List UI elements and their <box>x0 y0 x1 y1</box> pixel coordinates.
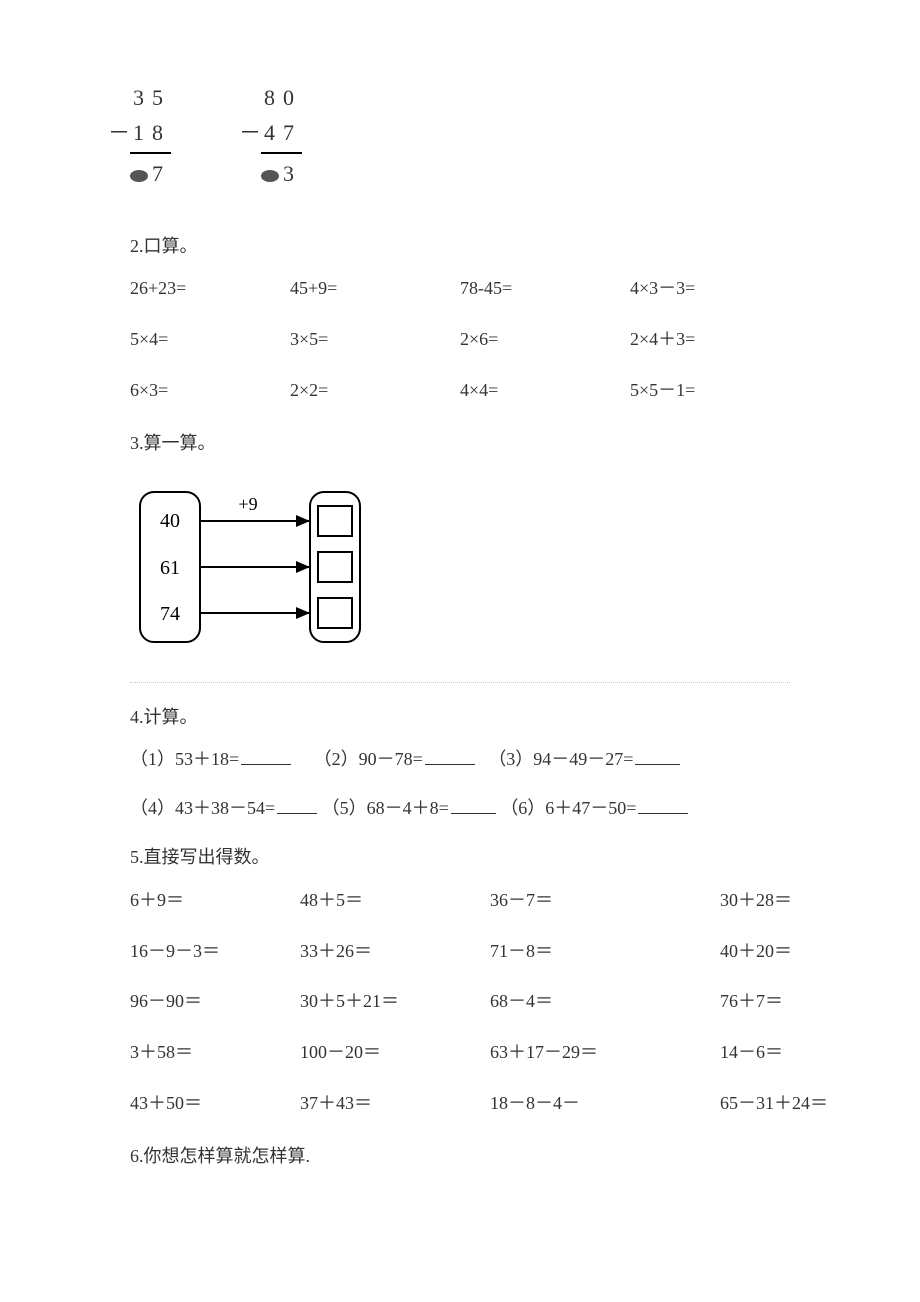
q5-cell: 37＋43＝ <box>300 1089 490 1118</box>
blank <box>451 796 496 814</box>
q2-cell: 2×2= <box>290 376 460 405</box>
q3-operation: +9 <box>238 494 257 514</box>
q4-item-6: （6）6＋47－50= <box>500 794 688 823</box>
q3-input-1: 61 <box>160 557 180 579</box>
q2-cell: 5×4= <box>130 325 290 354</box>
q5-cell: 33＋26＝ <box>300 937 490 966</box>
q5-cell: 36－7＝ <box>490 886 680 915</box>
blank <box>638 796 688 814</box>
section-2-title: 2.口算。 <box>130 232 790 261</box>
blank <box>277 796 317 814</box>
q5-cell: 96－90＝ <box>130 987 300 1016</box>
q5-grid: 6＋9＝ 48＋5＝ 36－7＝ 30＋28＝ 16－9－3＝ 33＋26＝ 7… <box>130 886 790 1118</box>
q2-cell: 2×6= <box>460 325 630 354</box>
q5-cell: 48＋5＝ <box>300 886 490 915</box>
vertical-subtraction-problems: 35 －18 7 80 －47 3 <box>130 80 790 192</box>
q4-row-1: （1）53＋18= （2）90－78= （3）94－49－27= <box>130 745 790 774</box>
q5-cell: 63＋17－29＝ <box>490 1038 680 1067</box>
q5-cell: 18－8－4－ <box>490 1089 680 1118</box>
vert2-line <box>261 152 302 154</box>
q2-cell: 4×3－3= <box>630 274 800 303</box>
q4-block: （1）53＋18= （2）90－78= （3）94－49－27= （4）43＋3… <box>130 745 790 823</box>
q5-cell: 14－6＝ <box>680 1038 830 1067</box>
q2-cell: 78-45= <box>460 274 630 303</box>
q4-item-2: （2）90－78= <box>314 745 475 774</box>
q5-cell: 3＋58＝ <box>130 1038 300 1067</box>
q4-item-1: （1）53＋18= <box>130 745 291 774</box>
q2-cell: 3×5= <box>290 325 460 354</box>
q5-cell: 68－4＝ <box>490 987 680 1016</box>
q2-grid: 26+23= 45+9= 78-45= 4×3－3= 5×4= 3×5= 2×6… <box>130 274 790 404</box>
blank <box>241 747 291 765</box>
q5-cell: 16－9－3＝ <box>130 937 300 966</box>
q5-cell: 6＋9＝ <box>130 886 300 915</box>
vert1-result: 7 <box>130 156 171 191</box>
q2-cell: 4×4= <box>460 376 630 405</box>
q2-cell: 26+23= <box>130 274 290 303</box>
section-6-title: 6.你想怎样算就怎样算. <box>130 1142 790 1171</box>
q2-cell: 6×3= <box>130 376 290 405</box>
q5-cell: 71－8＝ <box>490 937 680 966</box>
blank <box>635 747 680 765</box>
q2-cell: 45+9= <box>290 274 460 303</box>
q4-row-2: （4）43＋38－54= （5）68－4＋8= （6）6＋47－50= <box>130 794 790 823</box>
vert1-top: 35 <box>130 80 171 115</box>
vert2-bottom: －47 <box>261 115 302 150</box>
q5-cell: 30＋5＋21＝ <box>300 987 490 1016</box>
blank <box>425 747 475 765</box>
ink-blot-icon <box>130 170 148 182</box>
q5-cell: 65－31＋24＝ <box>680 1089 830 1118</box>
q3-svg: 40 61 74 +9 <box>130 482 370 652</box>
q5-cell: 40＋20＝ <box>680 937 830 966</box>
q5-cell: 76＋7＝ <box>680 987 830 1016</box>
q3-input-0: 40 <box>160 510 180 532</box>
vert1-bottom: －18 <box>130 115 171 150</box>
vert2-top: 80 <box>261 80 302 115</box>
page-divider <box>130 682 790 683</box>
q3-input-2: 74 <box>160 603 180 625</box>
vert1-line <box>130 152 171 154</box>
q2-cell: 5×5－1= <box>630 376 800 405</box>
section-5-title: 5.直接写出得数。 <box>130 843 790 872</box>
q5-cell: 43＋50＝ <box>130 1089 300 1118</box>
q5-cell: 100－20＝ <box>300 1038 490 1067</box>
vert2-result: 3 <box>261 156 302 191</box>
vertical-problem-1: 35 －18 7 <box>130 80 171 192</box>
ink-blot-icon <box>261 170 279 182</box>
q2-cell: 2×4＋3= <box>630 325 800 354</box>
q5-cell: 30＋28＝ <box>680 886 830 915</box>
section-3-title: 3.算一算。 <box>130 429 790 458</box>
section-4-title: 4.计算。 <box>130 703 790 732</box>
q3-diagram: 40 61 74 +9 <box>130 482 790 652</box>
q4-item-4: （4）43＋38－54= <box>130 794 317 823</box>
vertical-problem-2: 80 －47 3 <box>261 80 302 192</box>
q4-item-5: （5）68－4＋8= <box>322 794 496 823</box>
q4-item-3: （3）94－49－27= <box>488 745 680 774</box>
